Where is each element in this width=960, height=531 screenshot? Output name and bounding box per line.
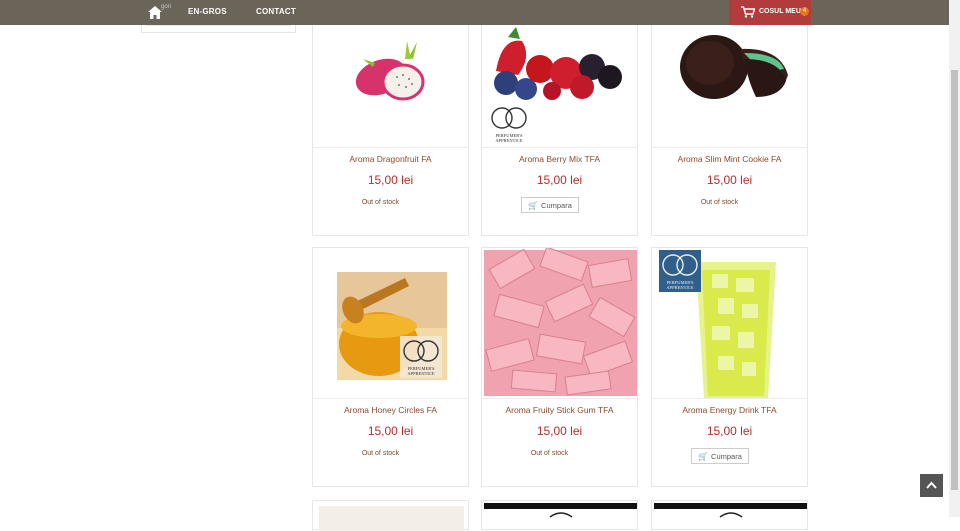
product-image-fruity-stick-gum[interactable] [482, 248, 637, 398]
cart-label: COSUL MEU [759, 8, 801, 15]
card-separator [482, 398, 637, 399]
cart-icon: 🛒 [698, 452, 709, 461]
product-price: 15,00 lei [367, 173, 414, 187]
chevron-up-icon [926, 481, 937, 489]
product-card-partial[interactable] [312, 500, 469, 531]
cart-icon: 🛒 [528, 201, 539, 210]
card-separator [313, 398, 468, 399]
product-image-partial [484, 503, 637, 509]
product-image-partial [549, 512, 573, 518]
buy-button[interactable]: 🛒 Cumpara [521, 197, 579, 213]
product-card-partial[interactable] [651, 500, 808, 530]
card-separator [482, 147, 637, 148]
product-image-partial [719, 512, 743, 518]
perfumers-apprentice-logo: PERFUMER'S APPRENTICE [488, 103, 530, 145]
product-name[interactable]: Aroma Honey Circles FA [313, 405, 468, 415]
svg-text:APPRENTICE: APPRENTICE [407, 371, 435, 376]
product-name[interactable]: Aroma Fruity Stick Gum TFA [482, 405, 637, 415]
card-separator [652, 147, 807, 148]
perfumers-apprentice-logo: PERFUMER'S APPRENTICE [400, 336, 442, 378]
nav-partial-text: gori [161, 4, 172, 10]
product-name[interactable]: Aroma Energy Drink TFA [652, 405, 807, 415]
svg-text:APPRENTICE: APPRENTICE [666, 285, 694, 290]
product-card-honey-circles[interactable]: PERFUMER'S APPRENTICE Aroma Honey Circle… [312, 247, 469, 487]
perfumers-apprentice-logo: PERFUMER'S APPRENTICE [659, 250, 701, 292]
product-card-fruity-stick-gum[interactable]: Aroma Fruity Stick Gum TFA 15,00 lei Out… [481, 247, 638, 487]
stock-status: Out of stock [361, 450, 400, 457]
product-card-berry-mix[interactable]: PERFUMER'S APPRENTICE Aroma Berry Mix TF… [481, 0, 638, 236]
svg-text:APPRENTICE: APPRENTICE [495, 138, 523, 143]
nav-link-contact[interactable]: CONTACT [256, 7, 296, 16]
home-icon[interactable] [148, 6, 162, 19]
card-separator [313, 147, 468, 148]
product-name[interactable]: Aroma Slim Mint Cookie FA [652, 154, 807, 164]
sidebar-divider [146, 25, 291, 26]
product-price: 15,00 lei [706, 424, 753, 438]
stock-status: Out of stock [530, 450, 569, 457]
card-separator [652, 398, 807, 399]
cart-button[interactable]: COSUL MEU 4 [729, 0, 811, 25]
product-image-energy-drink[interactable]: PERFUMER'S APPRENTICE [652, 248, 807, 398]
stock-status: Out of stock [700, 199, 739, 206]
buy-button[interactable]: 🛒 Cumpara [691, 448, 749, 464]
scroll-to-top-button[interactable] [920, 474, 943, 497]
product-card-slim-mint-cookie[interactable]: Aroma Slim Mint Cookie FA 15,00 lei Out … [651, 0, 808, 236]
cart-count-badge: 4 [800, 7, 809, 16]
product-image-partial [654, 503, 807, 509]
product-name[interactable]: Aroma Dragonfruit FA [313, 154, 468, 164]
product-price: 15,00 lei [367, 424, 414, 438]
top-navbar: gori EN-GROS CONTACT COSUL MEU 4 [0, 0, 949, 25]
product-price: 15,00 lei [536, 173, 583, 187]
cart-icon [741, 6, 755, 18]
stock-status: Out of stock [361, 199, 400, 206]
product-card-energy-drink[interactable]: PERFUMER'S APPRENTICE Aroma Energy Drink… [651, 247, 808, 487]
scrollbar-thumb[interactable] [951, 70, 958, 490]
nav-link-en-gros[interactable]: EN-GROS [188, 7, 227, 16]
product-price: 15,00 lei [706, 173, 753, 187]
product-image-partial [319, 506, 464, 531]
product-name[interactable]: Aroma Berry Mix TFA [482, 154, 637, 164]
product-image-honey-circles[interactable]: PERFUMER'S APPRENTICE [313, 248, 468, 398]
product-card-dragonfruit[interactable]: Aroma Dragonfruit FA 15,00 lei Out of st… [312, 0, 469, 236]
vertical-scrollbar[interactable] [949, 0, 960, 517]
product-card-partial[interactable] [481, 500, 638, 530]
product-price: 15,00 lei [536, 424, 583, 438]
